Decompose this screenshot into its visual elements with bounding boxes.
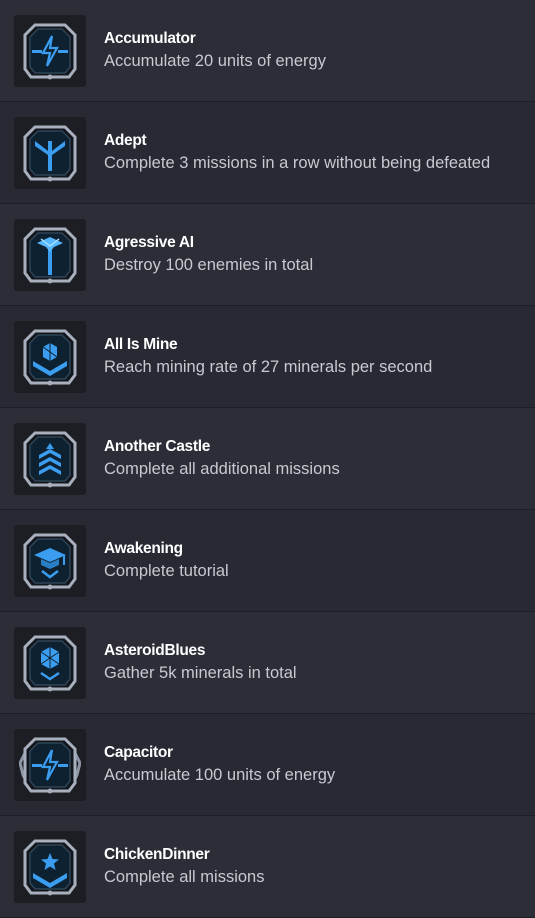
achievement-title: AsteroidBlues: [104, 642, 206, 659]
achievement-row[interactable]: Another Castle Complete all additional m…: [0, 408, 535, 510]
achievement-description: Accumulate 20 units of energy: [104, 52, 326, 70]
achievement-row[interactable]: Adept Complete 3 missions in a row witho…: [0, 102, 535, 204]
achievement-title: Adept: [104, 132, 147, 149]
achievement-description: Complete 3 missions in a row without bei…: [104, 154, 491, 172]
achievement-title: Accumulator: [104, 30, 196, 47]
achievement-title: Awakening: [104, 540, 183, 557]
achievement-description: Complete all missions: [104, 868, 265, 886]
achievement-description: Complete all additional missions: [104, 460, 340, 478]
achievement-title: Agressive AI: [104, 234, 194, 251]
achievement-row[interactable]: ChickenDinner Complete all missions: [0, 816, 535, 918]
rank-chevrons-badge-icon: [14, 422, 86, 495]
achievement-row[interactable]: Capacitor Accumulate 100 units of energy: [0, 714, 535, 816]
achievement-row[interactable]: All Is Mine Reach mining rate of 27 mine…: [0, 306, 535, 408]
achievement-description: Complete tutorial: [104, 562, 229, 580]
crystal-badge-icon: [14, 626, 86, 699]
lightning-wings-badge-icon: [14, 728, 86, 801]
achievement-description: Destroy 100 enemies in total: [104, 256, 314, 274]
wings-sword-badge-icon: [14, 218, 86, 291]
achievement-row[interactable]: Accumulator Accumulate 20 units of energ…: [0, 0, 535, 102]
graduation-cap-badge-icon: [14, 524, 86, 597]
achievement-row[interactable]: Agressive AI Destroy 100 enemies in tota…: [0, 204, 535, 306]
star-chevron-badge-icon: [14, 830, 86, 903]
achievement-description: Gather 5k minerals in total: [104, 664, 297, 682]
lightning-badge-icon: [14, 14, 86, 87]
crystal-chevron-badge-icon: [14, 320, 86, 393]
achievement-title: ChickenDinner: [104, 846, 210, 863]
achievement-row[interactable]: AsteroidBlues Gather 5k minerals in tota…: [0, 612, 535, 714]
achievement-description: Reach mining rate of 27 minerals per sec…: [104, 358, 433, 376]
adept-trident-badge-icon: [14, 116, 86, 189]
achievement-row[interactable]: Awakening Complete tutorial: [0, 510, 535, 612]
achievement-title: Another Castle: [104, 438, 211, 455]
achievement-title: Capacitor: [104, 744, 173, 761]
achievement-title: All Is Mine: [104, 336, 178, 353]
achievement-description: Accumulate 100 units of energy: [104, 766, 336, 784]
achievements-list: Accumulator Accumulate 20 units of energ…: [0, 0, 535, 918]
